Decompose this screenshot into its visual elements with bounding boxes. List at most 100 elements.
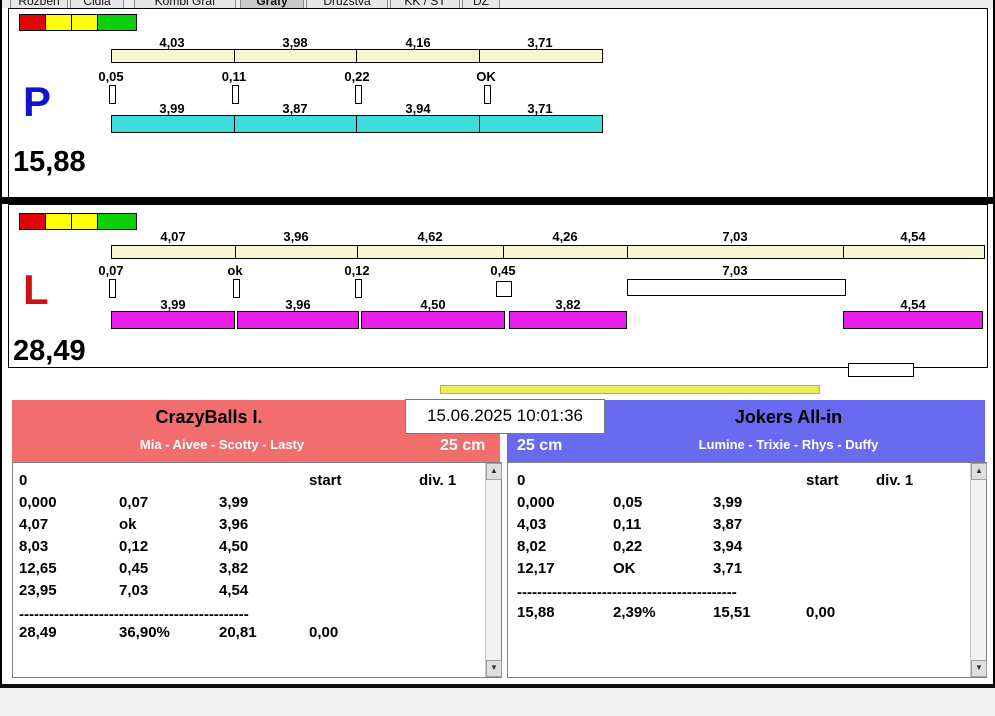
- mini-gauge: [848, 363, 914, 377]
- tick-mark: [232, 85, 239, 104]
- tick-mark: [355, 279, 362, 298]
- score-cell: 3,82: [219, 560, 249, 577]
- scroll-down-icon[interactable]: ▼: [486, 660, 502, 677]
- lane-total-p: 15,88: [13, 146, 86, 178]
- panel-p: P 15,88 4,03 3,98 4,16 3,71 0,05 0,11 0,…: [8, 8, 988, 198]
- scrollbar[interactable]: ▲ ▼: [485, 463, 502, 677]
- score-cell: 3,99: [713, 494, 743, 511]
- score-cell: 0,000: [19, 494, 57, 511]
- bar-segment: [237, 311, 359, 329]
- score-cell: 0,45: [119, 560, 149, 577]
- bottom-bar-value: 3,96: [285, 297, 311, 312]
- timestamp: 15.06.2025 10:01:36: [405, 399, 605, 434]
- bar-segment: [480, 50, 602, 62]
- top-bar-value: 3,98: [282, 35, 308, 50]
- team-left-name: CrazyBalls I.: [155, 407, 263, 427]
- status-light-yellow-icon: [71, 14, 98, 31]
- bar-segment: [112, 50, 235, 62]
- round-label: 0: [517, 472, 526, 489]
- split-value: 7,03: [722, 263, 748, 278]
- total-cell: 15,51: [713, 604, 751, 621]
- total-cell: 36,90%: [119, 624, 170, 641]
- bar-segment: [112, 116, 235, 132]
- split-value: 0,05: [98, 69, 124, 84]
- separator-dashes: ----------------------------------------…: [517, 584, 737, 601]
- bottom-bar-p: [111, 115, 603, 133]
- score-cell: 8,02: [517, 538, 547, 555]
- split-value: ok: [227, 263, 243, 278]
- team-right-distance: 25 cm: [517, 437, 563, 454]
- bar-segment: [480, 116, 602, 132]
- tab-grafy[interactable]: Grafy: [240, 0, 304, 8]
- split-value: 0,11: [221, 69, 247, 84]
- tick-mark: [109, 85, 116, 104]
- top-bar-value: 4,16: [405, 35, 431, 50]
- tab-cidla[interactable]: Čidla: [70, 0, 124, 8]
- bar-segment: [504, 246, 628, 258]
- total-cell: 20,81: [219, 624, 257, 641]
- split-checkbox[interactable]: [496, 281, 512, 297]
- score-cell: 23,95: [19, 582, 57, 599]
- split-value: 0,07: [98, 263, 124, 278]
- bar-segment: [111, 311, 235, 329]
- scroll-up-icon[interactable]: ▲: [971, 463, 987, 480]
- bar-segment: [358, 246, 504, 258]
- bottom-bar-value: 3,99: [159, 101, 185, 116]
- top-bar-value: 3,96: [283, 229, 309, 244]
- tab-kombi-graf[interactable]: Kombi Graf: [134, 0, 236, 8]
- scrollbar[interactable]: ▲ ▼: [970, 463, 987, 677]
- bottom-bar-value: 3,71: [527, 101, 553, 116]
- score-cell: 4,50: [219, 538, 249, 555]
- tick-mark: [355, 85, 362, 104]
- tab-druzstva[interactable]: Družstva: [306, 0, 388, 8]
- total-cell: 28,49: [19, 624, 57, 641]
- team-left-players: Mia - Aivee - Scotty - Lasty: [139, 437, 305, 452]
- score-cell: 3,94: [713, 538, 743, 555]
- active-measure-bar: [627, 279, 846, 296]
- total-cell: 15,88: [517, 604, 555, 621]
- score-cell: 0,07: [119, 494, 149, 511]
- team-right-players: Lumine - Trixie - Rhys - Duffy: [698, 437, 879, 452]
- scroll-down-icon[interactable]: ▼: [971, 660, 987, 677]
- status-light-yellow-icon: [45, 213, 72, 230]
- score-cell: 3,87: [713, 516, 743, 533]
- session-progress-bar: [440, 385, 820, 394]
- bottom-bar-value: 3,87: [282, 101, 308, 116]
- top-bar-value: 4,07: [160, 229, 186, 244]
- total-cell: 0,00: [806, 604, 836, 621]
- score-cell: ok: [119, 516, 137, 533]
- score-cell: 0,05: [613, 494, 643, 511]
- top-bar-value: 4,54: [900, 229, 926, 244]
- bottom-bar-value: 4,54: [900, 297, 926, 312]
- lane-letter-l: L: [23, 266, 49, 313]
- status-light-yellow-icon: [45, 14, 72, 31]
- window-border-bottom: [0, 684, 995, 688]
- score-cell: 3,96: [219, 516, 249, 533]
- bar-segment: [112, 246, 236, 258]
- split-value: 0,12: [344, 263, 370, 278]
- score-cell: 8,03: [19, 538, 49, 555]
- bar-segment: [357, 116, 480, 132]
- team-left-distance: 25 cm: [440, 437, 486, 454]
- tab-kk-st[interactable]: KK / ST: [390, 0, 460, 8]
- lane-total-l: 28,49: [13, 335, 86, 367]
- bottom-bar-value: 3,82: [555, 297, 581, 312]
- tick-mark: [109, 279, 116, 298]
- split-value: 0,45: [490, 263, 516, 278]
- bar-segment: [235, 116, 357, 132]
- top-bar-value: 3,71: [527, 35, 553, 50]
- tab-dz[interactable]: DZ: [462, 0, 500, 8]
- score-cell: 3,71: [713, 560, 743, 577]
- tab-rozbeh[interactable]: Rozbeh: [10, 0, 68, 8]
- window-border-left: [0, 0, 2, 688]
- scroll-up-icon[interactable]: ▲: [486, 463, 502, 480]
- start-label: start: [806, 472, 839, 489]
- top-bar-value: 7,03: [722, 229, 748, 244]
- panel-l: L 28,49 4,07 3,96 4,62 4,26 7,03 4,54 0,…: [8, 204, 988, 368]
- status-light-green-icon: [97, 213, 137, 230]
- score-cell: 0,12: [119, 538, 149, 555]
- score-cell: 4,07: [19, 516, 49, 533]
- total-cell: 2,39%: [613, 604, 656, 621]
- split-value: 0,22: [344, 69, 370, 84]
- bar-segment: [235, 50, 357, 62]
